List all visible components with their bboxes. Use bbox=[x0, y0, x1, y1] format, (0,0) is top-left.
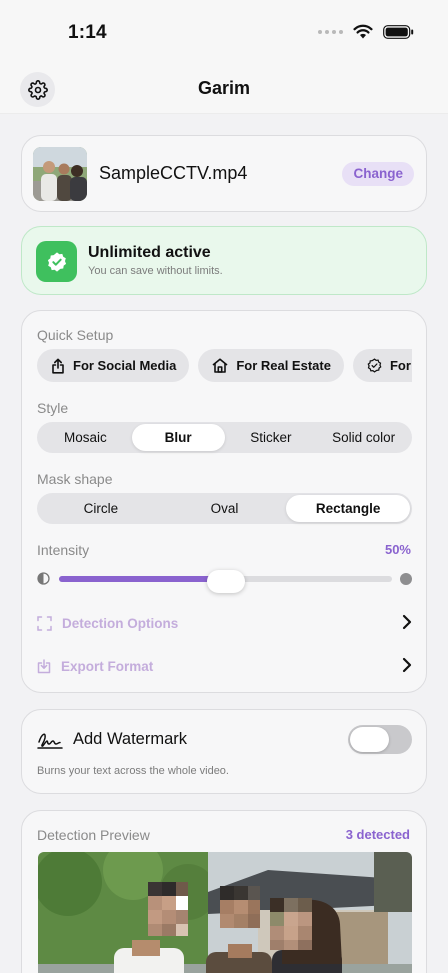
style-label: Style bbox=[37, 400, 69, 416]
scan-frame-icon bbox=[37, 615, 52, 631]
face-mask-2 bbox=[220, 886, 260, 928]
detection-options-label: Detection Options bbox=[62, 615, 179, 631]
watermark-card: Add Watermark Burns your text across the… bbox=[21, 709, 427, 794]
wifi-icon bbox=[353, 24, 373, 39]
status-bar: 1:14 bbox=[0, 0, 448, 62]
face-mask-3 bbox=[270, 898, 312, 950]
battery-icon bbox=[383, 24, 414, 39]
quick-setup-label: Quick Setup bbox=[37, 327, 114, 343]
style-option-sticker[interactable]: Sticker bbox=[225, 424, 318, 451]
badge-check-icon bbox=[367, 358, 382, 373]
cellular-icon bbox=[318, 29, 343, 34]
face-mask-1 bbox=[148, 882, 188, 936]
preset-label: For Real Estate bbox=[236, 358, 331, 373]
preset-legal[interactable]: For Le bbox=[352, 349, 412, 382]
shape-option-rectangle[interactable]: Rectangle bbox=[286, 495, 411, 522]
style-option-solid-color[interactable]: Solid color bbox=[317, 424, 410, 451]
plan-status-card: Unlimited active You can save without li… bbox=[21, 226, 427, 295]
mask-shape-segmented-control: Circle Oval Rectangle bbox=[37, 493, 412, 524]
change-file-button[interactable]: Change bbox=[342, 162, 414, 186]
detection-options-row[interactable]: Detection Options bbox=[37, 611, 412, 635]
preview-image bbox=[38, 852, 412, 973]
export-format-label: Export Format bbox=[61, 658, 154, 674]
shape-option-oval[interactable]: Oval bbox=[163, 495, 287, 522]
nav-bar: Garim bbox=[0, 62, 448, 114]
slider-track bbox=[59, 570, 392, 593]
preset-label: For Le bbox=[389, 358, 412, 373]
plan-title: Unlimited active bbox=[88, 244, 211, 261]
download-tray-icon bbox=[37, 658, 51, 673]
video-thumbnail bbox=[33, 147, 87, 201]
intensity-label: Intensity bbox=[37, 542, 90, 558]
watermark-toggle[interactable] bbox=[348, 725, 412, 754]
mask-settings-card: Quick Setup For Social Media For Real Es… bbox=[21, 310, 427, 693]
preset-label: For Social Media bbox=[73, 358, 177, 373]
preset-social-media[interactable]: For Social Media bbox=[37, 349, 190, 382]
plan-subtitle: You can save without limits. bbox=[88, 265, 223, 277]
detected-count-badge: 3 detected bbox=[345, 827, 410, 842]
detection-preview-card: Detection Preview 3 detected bbox=[21, 810, 427, 973]
intensity-slider[interactable] bbox=[37, 569, 412, 593]
slider-thumb[interactable] bbox=[206, 570, 245, 593]
export-format-row[interactable]: Export Format bbox=[37, 654, 412, 678]
signature-icon bbox=[37, 733, 63, 749]
intensity-value: 50% bbox=[384, 542, 411, 557]
style-segmented-control: Mosaic Blur Sticker Solid color bbox=[37, 422, 412, 453]
house-icon bbox=[212, 358, 228, 373]
status-time: 1:14 bbox=[68, 22, 107, 43]
toggle-knob bbox=[350, 727, 389, 752]
verified-badge-icon bbox=[36, 241, 77, 282]
mask-shape-label: Mask shape bbox=[37, 471, 113, 487]
low-intensity-icon bbox=[37, 572, 50, 585]
high-intensity-icon bbox=[400, 573, 412, 585]
video-file-card: SampleCCTV.mp4 Change bbox=[21, 135, 427, 212]
quick-setup-presets: For Social Media For Real Estate For Le bbox=[37, 349, 412, 383]
file-name: SampleCCTV.mp4 bbox=[99, 163, 248, 183]
shape-option-circle[interactable]: Circle bbox=[39, 495, 163, 522]
page-title: Garim bbox=[197, 78, 251, 98]
chevron-right-icon bbox=[402, 657, 412, 673]
style-option-mosaic[interactable]: Mosaic bbox=[39, 424, 132, 451]
chevron-right-icon bbox=[402, 614, 412, 630]
slider-fill bbox=[59, 576, 226, 582]
detection-preview-label: Detection Preview bbox=[37, 827, 150, 843]
style-option-blur[interactable]: Blur bbox=[131, 424, 225, 451]
status-icons bbox=[318, 24, 414, 39]
preset-real-estate[interactable]: For Real Estate bbox=[198, 349, 344, 382]
watermark-subtitle: Burns your text across the whole video. bbox=[37, 765, 229, 777]
watermark-title: Add Watermark bbox=[73, 730, 188, 748]
share-icon bbox=[52, 358, 64, 374]
